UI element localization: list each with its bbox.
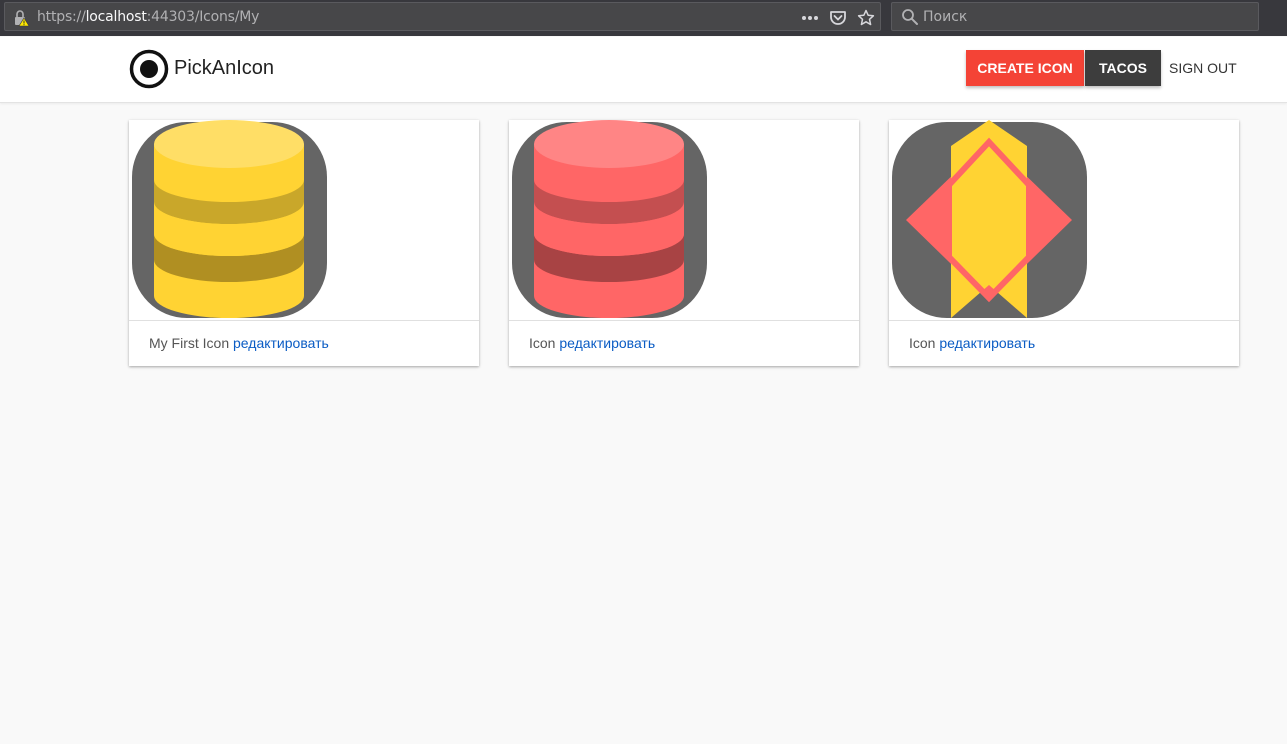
- diamond-ribbon-icon: [892, 120, 1087, 318]
- pocket-icon[interactable]: [828, 8, 848, 28]
- page-actions-menu-icon[interactable]: [800, 8, 820, 28]
- brand-name[interactable]: PickAnIcon: [174, 57, 274, 80]
- sign-out-link[interactable]: SIGN OUT: [1169, 60, 1237, 76]
- edit-link[interactable]: редактировать: [233, 335, 329, 351]
- icon-card: Icon редактировать: [509, 120, 859, 366]
- icon-name: My First Icon: [149, 335, 230, 351]
- bookmark-star-icon[interactable]: [856, 8, 876, 28]
- search-icon: [902, 9, 918, 25]
- icon-preview[interactable]: [509, 120, 859, 320]
- icon-name: Icon: [529, 335, 556, 351]
- edit-link[interactable]: редактировать: [559, 335, 655, 351]
- url-scheme: https://: [37, 9, 86, 25]
- icon-name: Icon: [909, 335, 936, 351]
- card-divider: [509, 320, 859, 321]
- tacos-button[interactable]: TACOS: [1085, 50, 1161, 86]
- target-logo-icon[interactable]: [128, 48, 170, 90]
- card-divider: [129, 320, 479, 321]
- insecure-lock-icon[interactable]: [12, 9, 30, 27]
- app-header: PickAnIcon CREATE ICON TACOS SIGN OUT: [0, 37, 1287, 103]
- card-footer: My First Icon редактировать: [149, 335, 329, 351]
- url-text[interactable]: https://localhost:44303/Icons/My: [37, 9, 259, 25]
- card-footer: Icon редактировать: [909, 335, 1035, 351]
- edit-link[interactable]: редактировать: [939, 335, 1035, 351]
- browser-search-field[interactable]: Поиск: [891, 2, 1259, 31]
- icon-preview[interactable]: [889, 120, 1239, 320]
- url-path: :44303/Icons/My: [146, 9, 260, 25]
- address-bar[interactable]: https://localhost:44303/Icons/My: [4, 2, 881, 31]
- create-icon-button[interactable]: CREATE ICON: [966, 50, 1084, 86]
- database-icon: [132, 120, 327, 318]
- database-icon: [512, 120, 707, 318]
- url-host: localhost: [85, 9, 147, 25]
- icon-card: Icon редактировать: [889, 120, 1239, 366]
- card-footer: Icon редактировать: [529, 335, 655, 351]
- browser-toolbar: https://localhost:44303/Icons/My Поиск: [0, 0, 1287, 36]
- card-divider: [889, 320, 1239, 321]
- icon-card: My First Icon редактировать: [129, 120, 479, 366]
- search-placeholder: Поиск: [923, 9, 968, 25]
- icon-preview[interactable]: [129, 120, 479, 320]
